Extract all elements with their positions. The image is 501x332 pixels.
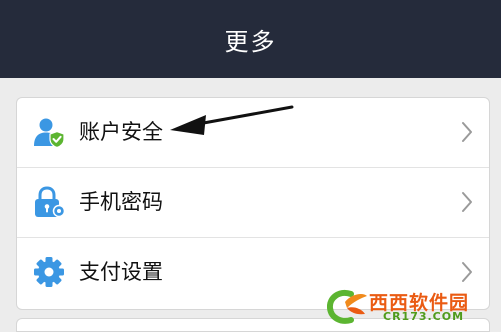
watermark: 西西软件园 CR173.COM [327, 288, 497, 324]
watermark-logo-icon [327, 290, 367, 324]
page-title: 更多 [224, 27, 277, 56]
header-bar: 更多 [0, 0, 501, 78]
menu-item-phone-password[interactable]: 手机密码 [17, 167, 489, 237]
account-security-icon [33, 116, 65, 148]
annotation-arrow [170, 105, 294, 135]
menu-item-label: 手机密码 [79, 190, 163, 214]
menu-item-label: 支付设置 [79, 260, 163, 284]
chevron-right-icon [459, 190, 475, 214]
chevron-right-icon [459, 260, 475, 284]
phone-lock-icon [33, 186, 65, 218]
menu-item-label: 账户安全 [79, 120, 163, 144]
gear-icon [33, 256, 65, 288]
chevron-right-icon [459, 120, 475, 144]
watermark-domain: CR173.COM [383, 310, 465, 323]
